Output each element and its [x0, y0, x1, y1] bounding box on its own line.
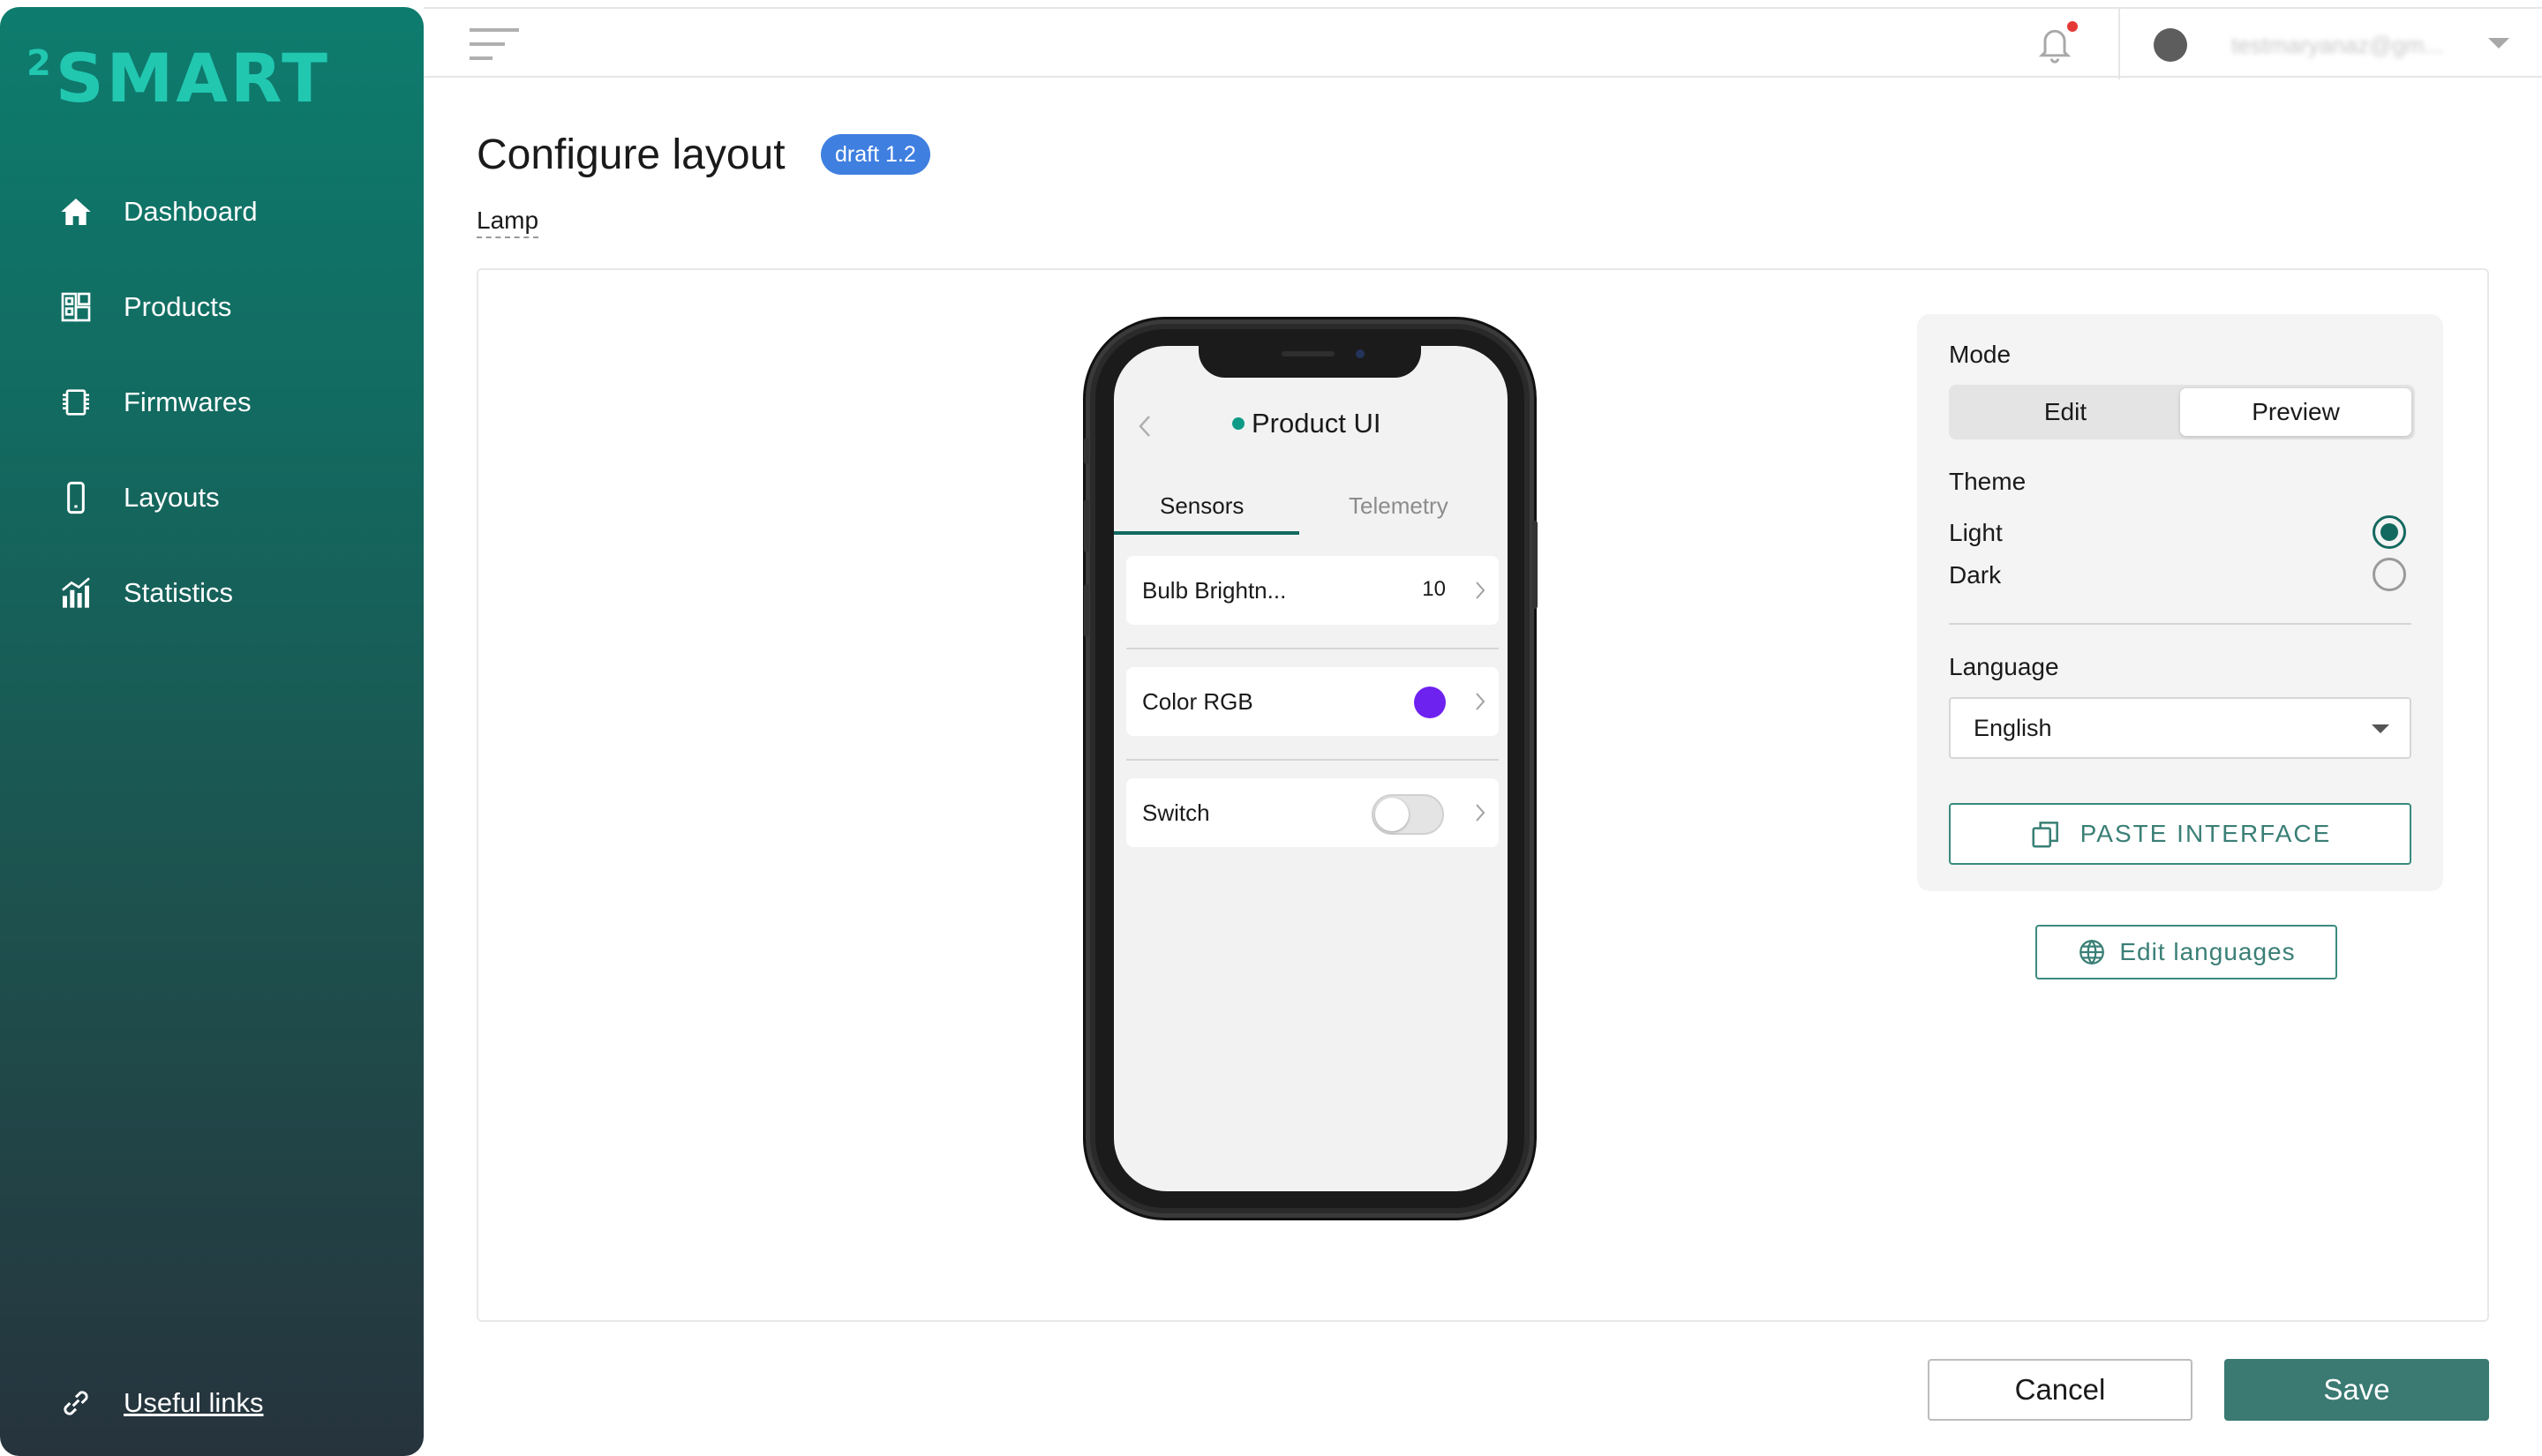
home-icon: [61, 199, 91, 225]
useful-links[interactable]: Useful links: [58, 1385, 264, 1421]
theme-dark-label: Dark: [1949, 561, 2002, 589]
language-select[interactable]: English: [1949, 697, 2411, 759]
copy-icon: [2032, 822, 2058, 848]
user-email[interactable]: testmaryanaz@gm...: [2231, 32, 2443, 59]
sidebar-item-label: Layouts: [124, 482, 220, 513]
active-tab-indicator: [1114, 531, 1299, 535]
phone-screen: [1114, 346, 1508, 1191]
useful-links-label: Useful links: [124, 1387, 264, 1418]
sidebar-item-label: Dashboard: [124, 196, 258, 227]
firmware-chip-icon: [63, 389, 89, 416]
paste-interface-label: PASTE INTERFACE: [2079, 820, 2332, 847]
mode-label: Mode: [1949, 341, 2012, 368]
menu-toggle-icon[interactable]: [470, 26, 519, 62]
phone-side-button: [1084, 499, 1089, 552]
link-icon: [64, 1391, 88, 1415]
sidebar-item-layouts[interactable]: Layouts: [0, 469, 424, 526]
edit-languages-label: Edit languages: [2119, 938, 2296, 965]
sensor-row-label: Switch: [1142, 799, 1210, 826]
sensor-row-label: Bulb Brightn...: [1142, 576, 1287, 604]
paste-interface-button[interactable]: PASTE INTERFACE: [1949, 803, 2411, 865]
color-swatch[interactable]: [1414, 687, 1446, 718]
sidebar-item-dashboard[interactable]: Dashboard: [0, 184, 424, 240]
theme-light-label: Light: [1949, 519, 2003, 546]
save-button[interactable]: Save: [2224, 1359, 2489, 1421]
sensor-row-value: 10: [1422, 577, 1446, 601]
product-name[interactable]: Lamp: [477, 206, 539, 238]
sidebar-item-label: Products: [124, 291, 232, 322]
back-chevron-icon[interactable]: [1135, 413, 1156, 439]
tab-telemetry[interactable]: Telemetry: [1349, 492, 1448, 520]
panel-divider: [1949, 623, 2411, 625]
theme-light-radio[interactable]: [2373, 515, 2406, 549]
sidebar-item-label: Statistics: [124, 577, 234, 608]
sensor-row-bulb-brightness[interactable]: Bulb Brightn... 10: [1126, 556, 1499, 625]
phone-camera: [1356, 349, 1365, 358]
chevron-right-icon: [1476, 804, 1485, 822]
caret-down-icon: [2372, 724, 2389, 733]
sensor-row-switch[interactable]: Switch: [1126, 778, 1499, 847]
draft-badge: draft 1.2: [821, 134, 930, 175]
chevron-right-icon: [1476, 693, 1485, 710]
phone-side-button: [1532, 521, 1538, 609]
sidebar-item-label: Firmwares: [124, 387, 252, 417]
switch-toggle[interactable]: [1372, 794, 1444, 835]
avatar[interactable]: [2154, 28, 2187, 62]
switch-toggle-knob: [1375, 798, 1409, 831]
sidebar-item-firmwares[interactable]: Firmwares: [0, 374, 424, 431]
phone-side-button: [1084, 438, 1089, 464]
sidebar-item-products[interactable]: Products: [0, 279, 424, 335]
theme-dark-radio[interactable]: [2373, 558, 2406, 591]
language-label: Language: [1949, 653, 2059, 680]
mode-edit-button[interactable]: Edit: [1952, 388, 2178, 436]
mode-segmented-control: Edit Preview: [1949, 385, 2415, 439]
sensor-row-color-rgb[interactable]: Color RGB: [1126, 667, 1499, 736]
sensor-row-label: Color RGB: [1142, 687, 1253, 715]
statistics-icon: [62, 577, 90, 608]
tab-sensors[interactable]: Sensors: [1160, 492, 1244, 520]
sidebar-nav: Dashboard Products Firmwares Layouts Sta…: [0, 184, 424, 660]
notification-badge: [2067, 21, 2078, 32]
edit-languages-button[interactable]: Edit languages: [2035, 925, 2337, 979]
phone-icon: [67, 481, 85, 514]
phone-speaker: [1282, 351, 1335, 356]
globe-icon: [2079, 939, 2105, 965]
products-icon: [61, 292, 91, 322]
topbar: testmaryanaz@gm...: [424, 7, 2542, 79]
page-title: Configure layout: [477, 131, 786, 178]
online-status-dot: [1232, 417, 1245, 430]
language-select-value: English: [1974, 714, 2052, 741]
chevron-down-icon[interactable]: [2486, 34, 2512, 53]
app-title: Product UI: [1232, 408, 1380, 439]
cancel-button[interactable]: Cancel: [1928, 1359, 2192, 1421]
app-title-text: Product UI: [1252, 408, 1381, 439]
row-divider: [1126, 759, 1499, 761]
phone-side-button: [1084, 584, 1089, 637]
sidebar-item-statistics[interactable]: Statistics: [0, 565, 424, 621]
sidebar: 2SMART Dashboard Products Firmwares Layo…: [0, 7, 424, 1456]
topbar-divider: [2118, 9, 2120, 79]
theme-label: Theme: [1949, 468, 2027, 495]
brand-logo[interactable]: 2SMART: [26, 39, 330, 117]
mode-preview-button[interactable]: Preview: [2180, 388, 2411, 436]
chevron-right-icon: [1476, 582, 1485, 599]
row-divider: [1126, 648, 1499, 649]
